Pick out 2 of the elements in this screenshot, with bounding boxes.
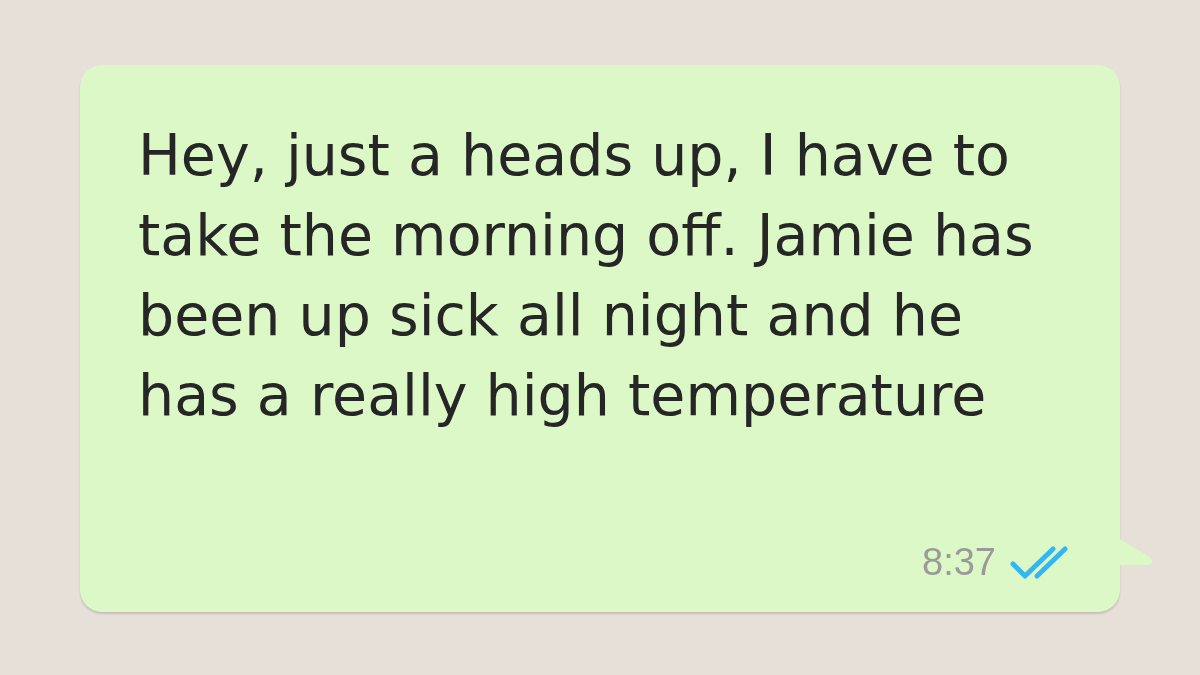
message-time: 8:37	[922, 541, 996, 584]
message-text: Hey, just a heads up, I have to take the morning off. Jamie has been up sick all night and he has a really high temperature	[138, 121, 1035, 430]
